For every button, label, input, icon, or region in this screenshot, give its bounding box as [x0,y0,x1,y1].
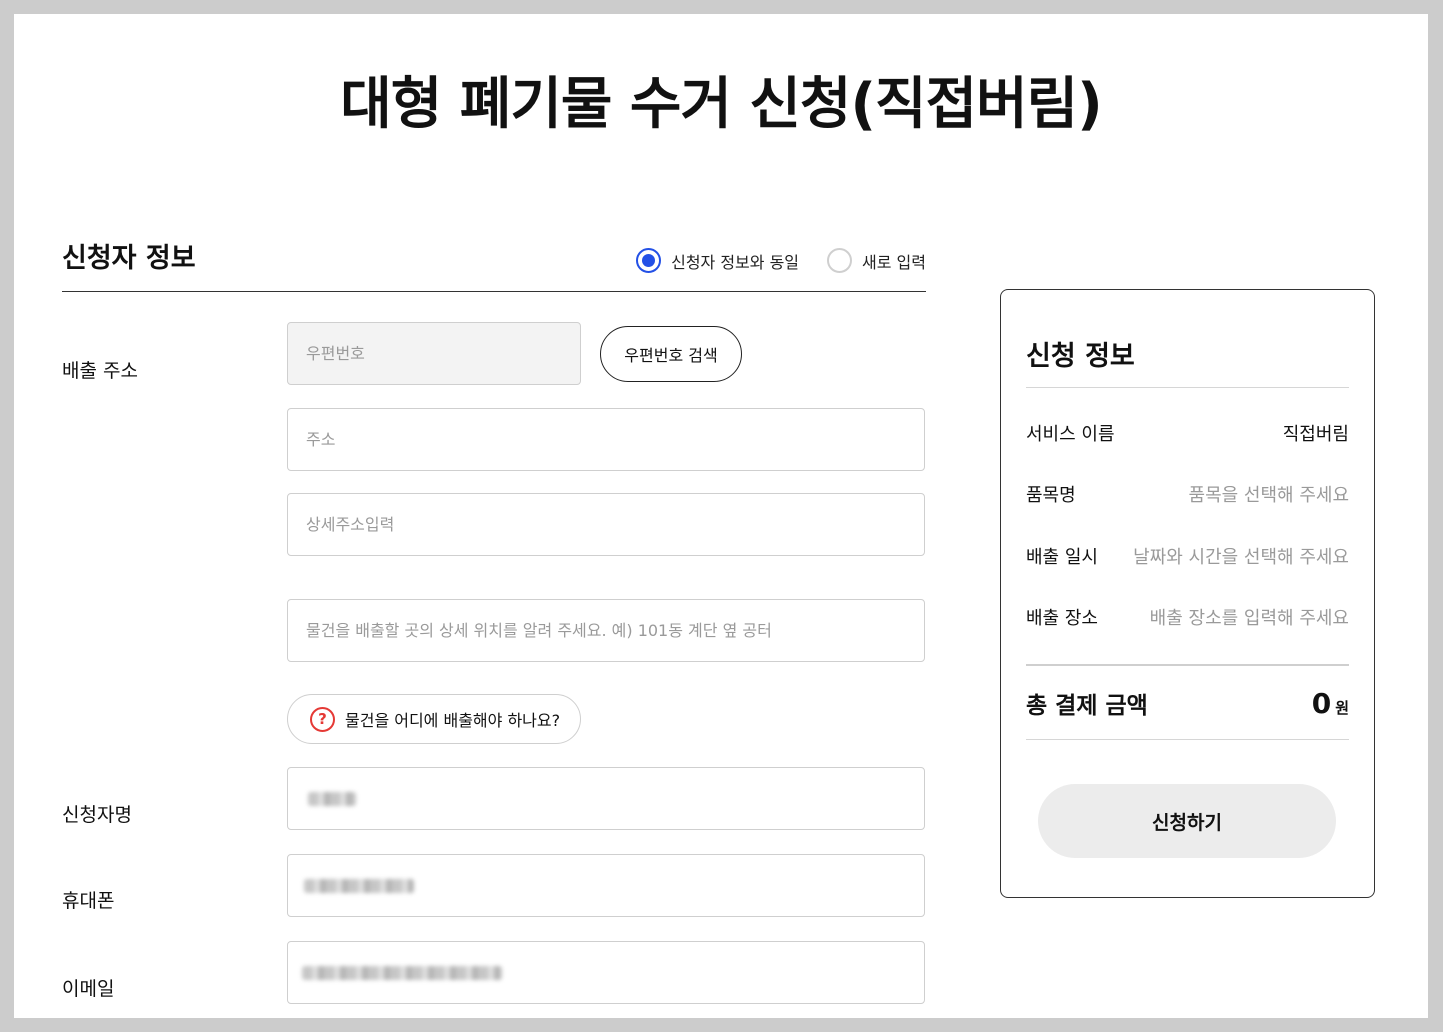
redacted-phone [304,878,414,893]
redacted-name [308,791,356,806]
total-value: 0원 [1312,687,1349,720]
summary-row-location: 배출 장소 배출 장소를 입력해 주세요 [1026,604,1349,630]
applicant-section-header: 신청자 정보 신청자 정보와 동일 새로 입력 [62,234,926,292]
radio-label: 신청자 정보와 동일 [671,252,800,272]
applicant-radio-group: 신청자 정보와 동일 새로 입력 [636,248,926,273]
radio-checked-icon [636,248,662,273]
address-input[interactable] [287,408,925,471]
total-label: 총 결제 금액 [1026,693,1148,719]
summary-key: 배출 일시 [1026,547,1098,568]
divider [1026,739,1349,740]
radio-label: 새로 입력 [862,252,926,272]
total-unit: 원 [1335,699,1349,717]
apply-button[interactable]: 신청하기 [1038,784,1336,858]
summary-row-datetime: 배출 일시 날짜와 시간을 선택해 주세요 [1026,543,1349,569]
applicant-form: 신청자 정보 신청자 정보와 동일 새로 입력 배출 주소 우편번호 검색 ? … [62,234,926,1004]
address-label: 배출 주소 [62,360,138,382]
summary-value: 품목을 선택해 주세요 [1188,485,1349,506]
divider [1026,664,1349,666]
total-amount: 0 [1311,687,1332,720]
phone-label: 휴대폰 [62,890,115,912]
zipcode-input[interactable] [287,322,581,385]
total-amount-row: 총 결제 금액 0원 [1026,686,1349,720]
disposal-location-input[interactable] [287,599,925,662]
summary-row-item: 품목명 품목을 선택해 주세요 [1026,481,1349,507]
phone-field[interactable] [287,854,925,917]
detail-address-input[interactable] [287,493,925,556]
summary-key: 서비스 이름 [1026,424,1115,445]
email-label: 이메일 [62,978,115,1000]
summary-row-service: 서비스 이름 직접버림 [1026,420,1349,446]
page-title: 대형 폐기물 수거 신청(직접버림) [340,72,1102,137]
question-circle-icon: ? [310,706,335,732]
summary-value: 날짜와 시간을 선택해 주세요 [1133,547,1349,568]
email-field[interactable] [287,941,925,1004]
summary-title: 신청 정보 [1026,341,1135,372]
page: 대형 폐기물 수거 신청(직접버림) 신청자 정보 신청자 정보와 동일 새로 … [14,14,1428,1018]
disposal-help-button[interactable]: ? 물건을 어디에 배출해야 하나요? [287,694,581,744]
summary-value: 배출 장소를 입력해 주세요 [1149,608,1349,629]
help-label: 물건을 어디에 배출해야 하나요? [345,711,561,730]
zipcode-search-button[interactable]: 우편번호 검색 [600,326,742,382]
summary-key: 배출 장소 [1026,608,1098,629]
name-label: 신청자명 [62,804,132,826]
section-title: 신청자 정보 [62,243,196,274]
divider [1026,387,1349,388]
radio-unchecked-icon [827,248,853,273]
redacted-email [302,965,502,980]
summary-panel: 신청 정보 서비스 이름 직접버림 품목명 품목을 선택해 주세요 배출 일시 … [1000,289,1375,898]
radio-new-input[interactable]: 새로 입력 [827,248,926,273]
radio-same-as-applicant[interactable]: 신청자 정보와 동일 [636,248,799,273]
name-field[interactable] [287,767,925,830]
summary-value: 직접버림 [1282,424,1349,445]
summary-key: 품목명 [1026,485,1076,506]
